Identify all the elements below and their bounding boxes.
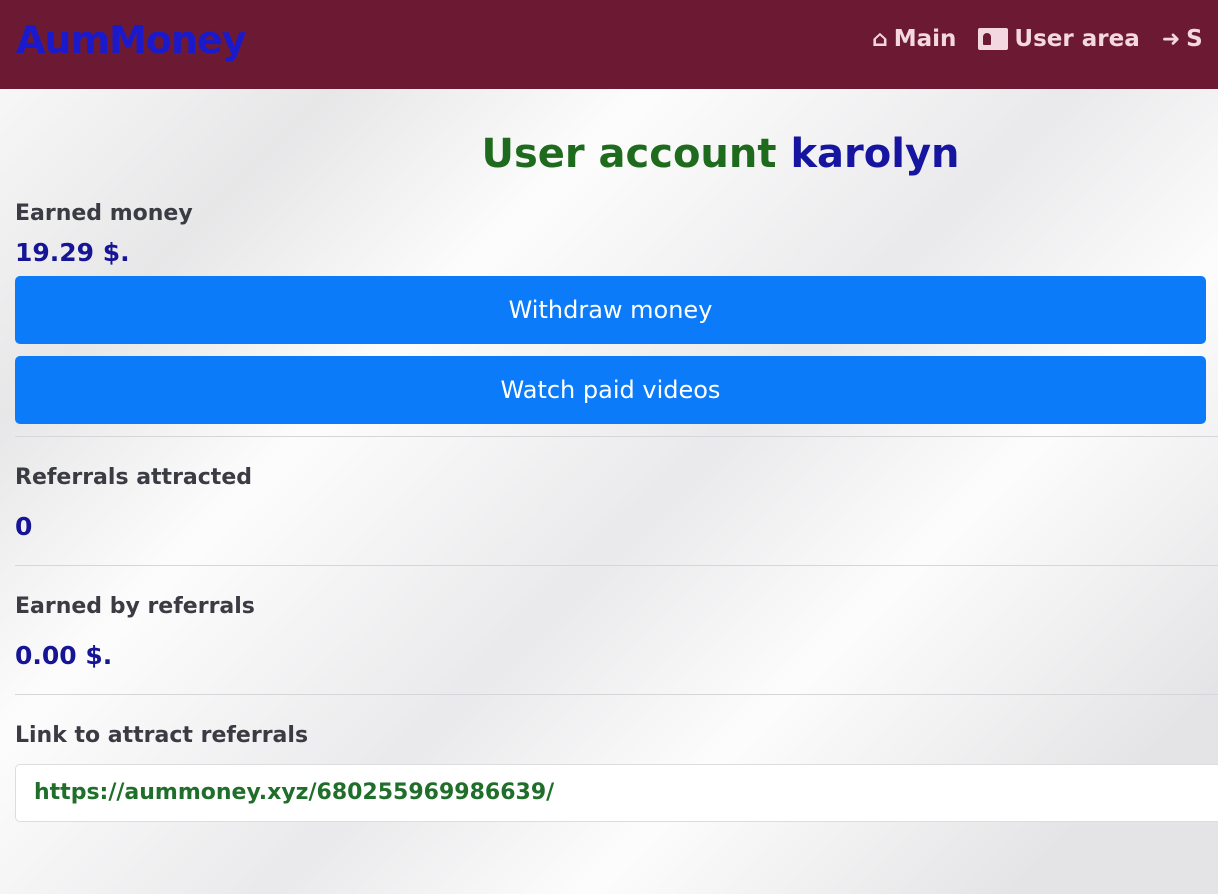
referrals-attracted-label: Referrals attracted [15, 465, 252, 490]
nav-sign-in-label: S [1186, 26, 1203, 52]
page-title: User account karolyn [15, 131, 1206, 187]
earned-by-referrals-value: 0.00 $. [15, 641, 113, 670]
title-prefix: User account [481, 131, 777, 177]
watch-paid-videos-button[interactable]: Watch paid videos [15, 356, 1206, 424]
home-icon: ⌂ [872, 26, 888, 52]
divider [15, 436, 1218, 437]
sign-in-icon: ➜ [1161, 26, 1181, 52]
earned-money-value: 19.29 $. [15, 238, 130, 267]
referral-link-label: Link to attract referrals [15, 723, 309, 748]
nav-main[interactable]: ⌂ Main [872, 26, 956, 52]
nav-user-area[interactable]: User area [978, 26, 1140, 52]
username: karolyn [790, 131, 960, 177]
withdraw-money-button[interactable]: Withdraw money [15, 276, 1206, 344]
nav-user-area-label: User area [1014, 26, 1140, 52]
earned-money-label: Earned money [15, 201, 193, 226]
nav-main-label: Main [893, 26, 957, 52]
nav-sign-in[interactable]: ➜ S [1162, 26, 1203, 52]
id-card-icon [978, 28, 1009, 50]
divider [15, 565, 1218, 566]
navbar: AumMoney ⌂ Main User area ➜ S [0, 0, 1218, 89]
referral-link-field[interactable]: https://aummoney.xyz/680255969986639/ [15, 764, 1218, 822]
divider [15, 694, 1218, 695]
earned-by-referrals-label: Earned by referrals [15, 594, 255, 619]
referrals-attracted-value: 0 [15, 512, 33, 541]
brand-logo[interactable]: AumMoney [16, 18, 247, 62]
